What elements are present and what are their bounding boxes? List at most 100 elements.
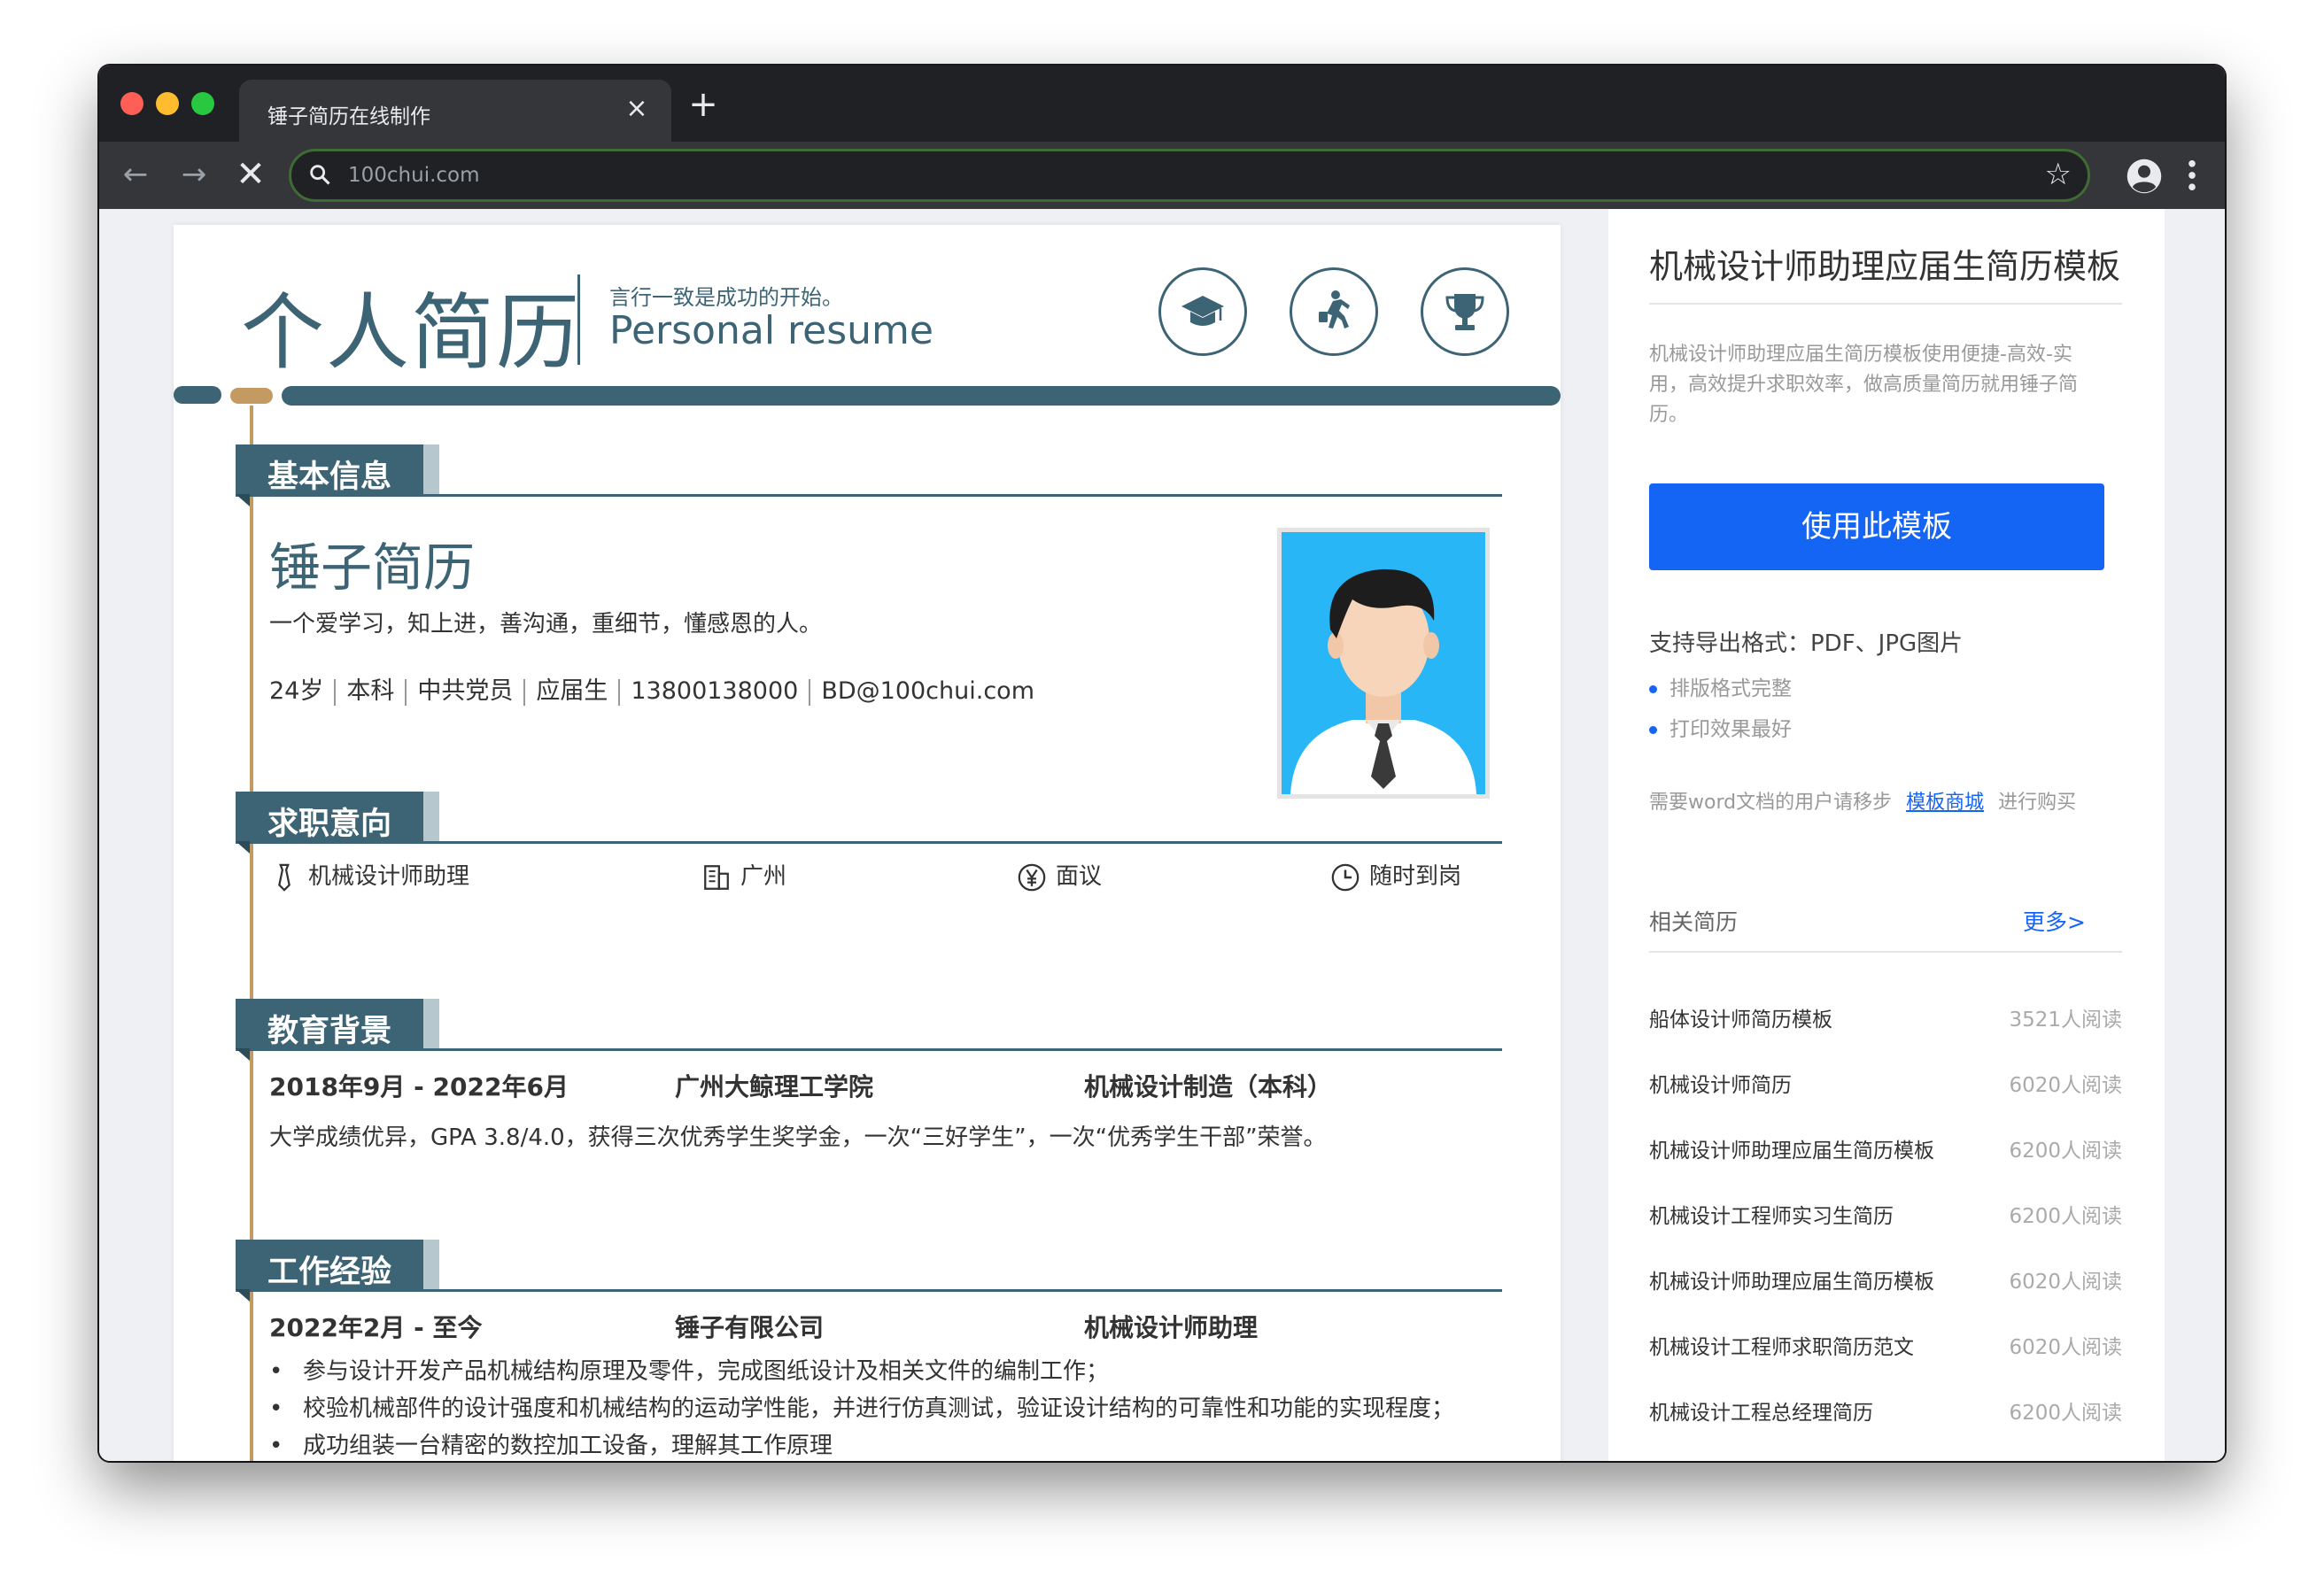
intent-city-text: 广州 bbox=[740, 863, 787, 890]
intent-salary-text: 面议 bbox=[1056, 863, 1103, 890]
tab-close-icon[interactable]: × bbox=[622, 94, 652, 124]
bookmark-star-icon[interactable]: ☆ bbox=[2045, 157, 2072, 192]
close-window-button[interactable] bbox=[120, 92, 143, 115]
url-text[interactable]: 100chui.com bbox=[348, 164, 480, 187]
graduation-cap-icon bbox=[1158, 267, 1247, 356]
section-rule bbox=[236, 1289, 1502, 1292]
section-notch bbox=[236, 1289, 250, 1302]
building-icon bbox=[704, 864, 729, 890]
intent-position: 机械设计师助理 bbox=[269, 859, 469, 894]
work-role: 机械设计师助理 bbox=[1084, 1313, 1259, 1342]
note-text: 需要word文档的用户请移步 bbox=[1649, 792, 1893, 814]
search-icon bbox=[310, 165, 330, 185]
list-item[interactable]: 机械设计工程师求职简历范文 6020人阅读 bbox=[1649, 1330, 2122, 1365]
resume-title: 个人简历 bbox=[241, 285, 582, 382]
browser-window: 锤子简历在线制作 × + ← → ✕ 100chui.com ☆ 个人简历 言行… bbox=[99, 66, 2225, 1461]
trophy-icon bbox=[1421, 267, 1509, 356]
list-item: 校验机械部件的设计强度和机械结构的运动学性能，并进行仿真测试，验证设计结构的可靠… bbox=[269, 1390, 1454, 1427]
template-description: 机械设计师助理应届生简历模板使用便捷-高效-实用，高效提升求职效率，做高质量简历… bbox=[1649, 344, 2079, 426]
page-viewport: 个人简历 言行一致是成功的开始。 Personal resume 基本信息 锤子… bbox=[99, 209, 2225, 1461]
header-bar-accent bbox=[230, 388, 273, 404]
candidate-name: 锤子简历 bbox=[269, 537, 476, 598]
related-name[interactable]: 机械设计工程师求职简历范文 bbox=[1649, 1330, 1914, 1360]
feature-text: 排版格式完整 bbox=[1669, 677, 1792, 700]
divider bbox=[1649, 951, 2122, 953]
section-job-intention: 求职意向 bbox=[236, 792, 1529, 854]
section-tab: 教育背景 bbox=[236, 999, 423, 1049]
list-item: 成功组装一台精密的数控加工设备，理解其工作原理 bbox=[269, 1427, 1454, 1461]
list-item[interactable]: 机械设计师助理应届生简历模板 6020人阅读 bbox=[1649, 1264, 2122, 1300]
template-store-link[interactable]: 模板商城 bbox=[1906, 792, 1984, 814]
intent-salary: 面议 bbox=[1017, 859, 1102, 894]
word-note: 需要word文档的用户请移步 模板商城 进行购买 bbox=[1649, 786, 2076, 815]
intent-position-text: 机械设计师助理 bbox=[308, 863, 470, 890]
note-text-after: 进行购买 bbox=[1998, 792, 2077, 814]
section-basic-info: 基本信息 bbox=[236, 444, 1529, 506]
related-name[interactable]: 机械设计师助理应届生简历模板 bbox=[1649, 1133, 1934, 1163]
section-notch bbox=[236, 841, 250, 854]
back-arrow-icon[interactable]: ← bbox=[115, 154, 156, 195]
intent-availability-text: 随时到岗 bbox=[1369, 863, 1462, 890]
section-title: 工作经验 bbox=[267, 1255, 392, 1290]
related-name[interactable]: 船体设计师简历模板 bbox=[1649, 1002, 1832, 1032]
related-reads: 6200人阅读 bbox=[2009, 1140, 2122, 1163]
feature-text: 打印效果最好 bbox=[1669, 718, 1792, 741]
section-title: 求职意向 bbox=[267, 807, 392, 842]
edu-major: 机械设计制造（本科） bbox=[1084, 1072, 1333, 1101]
use-template-button[interactable]: 使用此模板 bbox=[1649, 483, 2104, 570]
candidate-details: 24岁 本科 中共党员 应届生 13800138000 BD@100chui.com bbox=[269, 671, 1034, 706]
related-name[interactable]: 机械设计师简历 bbox=[1649, 1068, 1792, 1098]
section-tab: 基本信息 bbox=[236, 444, 423, 495]
section-tab: 求职意向 bbox=[236, 792, 423, 842]
address-bar[interactable]: 100chui.com ☆ bbox=[289, 149, 2090, 202]
section-rule bbox=[236, 494, 1502, 497]
divider bbox=[1649, 303, 2122, 305]
detail-degree: 本科 bbox=[346, 677, 395, 705]
browser-tab[interactable]: 锤子简历在线制作 × bbox=[239, 80, 671, 142]
detail-phone: 13800138000 bbox=[631, 677, 799, 705]
new-tab-button[interactable]: + bbox=[684, 85, 723, 124]
section-tab: 工作经验 bbox=[236, 1240, 423, 1290]
edu-school: 广州大鲸理工学院 bbox=[675, 1072, 874, 1101]
candidate-motto: 一个爱学习，知上进，善沟通，重细节，懂感恩的人。 bbox=[269, 611, 823, 638]
account-icon[interactable] bbox=[2126, 158, 2163, 195]
export-formats: 支持导出格式：PDF、JPG图片 bbox=[1649, 630, 1964, 657]
resume-subtitle-en: Personal resume bbox=[609, 308, 933, 353]
minimize-window-button[interactable] bbox=[156, 92, 179, 115]
intent-availability: 随时到岗 bbox=[1330, 859, 1461, 894]
list-item: 参与设计开发产品机械结构原理及零件，完成图纸设计及相关文件的编制工作； bbox=[269, 1353, 1454, 1390]
more-menu-icon[interactable] bbox=[2179, 156, 2205, 195]
forward-arrow-icon[interactable]: → bbox=[174, 154, 214, 195]
edu-period: 2018年9月 - 2022年6月 bbox=[269, 1072, 569, 1101]
feature-item: 排版格式完整 bbox=[1649, 671, 1792, 701]
section-notch bbox=[236, 494, 250, 506]
list-item[interactable]: 机械设计师简历 6020人阅读 bbox=[1649, 1068, 2122, 1103]
detail-status: 应届生 bbox=[536, 677, 608, 705]
section-notch bbox=[236, 1048, 250, 1061]
section-title: 基本信息 bbox=[267, 460, 392, 495]
related-name[interactable]: 机械设计工程总经理简历 bbox=[1649, 1395, 1873, 1426]
maximize-window-button[interactable] bbox=[191, 92, 214, 115]
stop-loading-icon[interactable]: ✕ bbox=[230, 154, 271, 195]
tab-title: 锤子简历在线制作 bbox=[267, 105, 430, 128]
more-link[interactable]: 更多> bbox=[2023, 905, 2086, 937]
template-title: 机械设计师助理应届生简历模板 bbox=[1649, 247, 2121, 286]
intent-city: 广州 bbox=[701, 859, 786, 894]
list-item[interactable]: 机械设计工程总经理简历 6200人阅读 bbox=[1649, 1395, 2122, 1431]
feature-item: 打印效果最好 bbox=[1649, 712, 1792, 742]
detail-age: 24岁 bbox=[269, 677, 324, 705]
list-item[interactable]: 机械设计师助理应届生简历模板 6200人阅读 bbox=[1649, 1133, 2122, 1169]
browser-toolbar: ← → ✕ 100chui.com ☆ bbox=[99, 142, 2225, 209]
running-person-icon bbox=[1290, 267, 1378, 356]
title-divider bbox=[577, 274, 580, 365]
related-name[interactable]: 机械设计工程师实习生简历 bbox=[1649, 1199, 1894, 1229]
detail-email: BD@100chui.com bbox=[821, 677, 1034, 705]
related-name[interactable]: 机械设计师助理应届生简历模板 bbox=[1649, 1264, 1934, 1294]
related-reads: 6020人阅读 bbox=[2009, 1074, 2122, 1097]
work-period: 2022年2月 - 至今 bbox=[269, 1313, 483, 1342]
list-item[interactable]: 机械设计工程师实习生简历 6200人阅读 bbox=[1649, 1199, 2122, 1234]
list-item[interactable]: 船体设计师简历模板 3521人阅读 bbox=[1649, 1002, 2122, 1038]
work-company: 锤子有限公司 bbox=[675, 1313, 825, 1342]
avatar bbox=[1277, 528, 1490, 799]
edu-description: 大学成绩优异，GPA 3.8/4.0，获得三次优秀学生奖学金，一次“三好学生”，… bbox=[269, 1124, 1327, 1151]
